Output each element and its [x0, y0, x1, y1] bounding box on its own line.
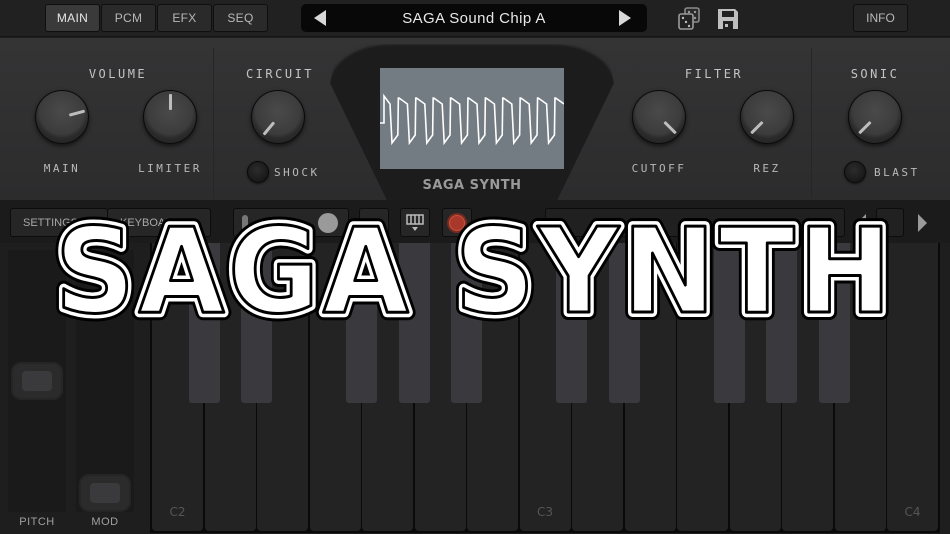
- filter-section-label: FILTER: [684, 67, 744, 81]
- tab-main[interactable]: MAIN: [45, 4, 100, 32]
- midi-port-icon: [318, 212, 338, 233]
- mod-label: MOD: [91, 516, 119, 528]
- volume-section-label: VOLUME: [88, 67, 148, 81]
- next-preset-icon[interactable]: [619, 10, 631, 26]
- keyboard-button[interactable]: KEYBOARD: [107, 208, 211, 237]
- blast-label: BLAST: [874, 166, 920, 179]
- black-key[interactable]: [188, 243, 220, 403]
- panel-divider: [213, 48, 214, 198]
- shock-label: SHOCK: [274, 166, 320, 179]
- black-key[interactable]: [346, 243, 377, 403]
- shock-switch[interactable]: [247, 161, 269, 183]
- cutoff-knob[interactable]: [632, 90, 686, 144]
- knob-pointer: [168, 94, 172, 110]
- black-key[interactable]: [556, 243, 587, 403]
- settings-button[interactable]: SETTINGS: [10, 208, 108, 237]
- waveform-trace: [380, 93, 565, 146]
- black-key[interactable]: [818, 243, 850, 403]
- knob-pointer: [68, 109, 85, 117]
- pitch-label: PITCH: [19, 516, 55, 528]
- black-key[interactable]: [241, 243, 272, 403]
- tab-efx[interactable]: EFX: [157, 4, 212, 32]
- piano-keys-icon: [406, 213, 424, 231]
- keyboard-size-button[interactable]: [400, 208, 430, 237]
- main-volume-knob[interactable]: [35, 90, 89, 144]
- mod-wheel[interactable]: [76, 250, 134, 512]
- limiter-knob-label: LIMITER: [138, 162, 202, 175]
- limiter-knob[interactable]: [143, 90, 197, 144]
- display-logo: SAGA SYNTH: [422, 178, 522, 193]
- octave-label: C4: [904, 505, 921, 519]
- slider-toggle-icon: [242, 214, 248, 231]
- octave-label: C2: [169, 505, 186, 519]
- pitch-wheel[interactable]: [8, 250, 66, 512]
- circuit-section-label: CIRCUIT: [245, 67, 315, 81]
- tab-seq[interactable]: SEQ: [213, 4, 268, 32]
- rez-knob-label: REZ: [753, 162, 781, 175]
- waveform-display: [380, 68, 565, 169]
- prev-preset-icon[interactable]: [314, 10, 326, 26]
- black-key[interactable]: [451, 243, 482, 403]
- knob-pointer: [749, 120, 764, 135]
- mod-wheel-thumb[interactable]: [79, 474, 131, 512]
- floppy-save-icon[interactable]: [715, 6, 741, 32]
- white-key[interactable]: C4: [887, 243, 938, 531]
- main-knob-label: MAIN: [43, 162, 81, 175]
- knob-pointer: [262, 121, 275, 136]
- tab-pcm[interactable]: PCM: [101, 4, 156, 32]
- blast-switch[interactable]: [844, 161, 866, 183]
- piano-keyboard: C2 C3 C4: [150, 243, 940, 533]
- octave-label: C3: [536, 505, 553, 519]
- record-button[interactable]: [442, 208, 472, 237]
- mode-tabs: MAIN PCM EFX SEQ: [45, 4, 268, 32]
- dice-random-icon[interactable]: [677, 6, 703, 32]
- info-button[interactable]: INFO: [853, 4, 908, 32]
- latch-octave-control[interactable]: [545, 208, 845, 237]
- knob-pointer: [662, 120, 677, 135]
- midi-button[interactable]: [233, 208, 349, 237]
- preset-name: SAGA Sound Chip A: [402, 9, 546, 27]
- black-key[interactable]: [713, 243, 745, 403]
- top-bar: MAIN PCM EFX SEQ SAGA Sound Chip A INFO: [0, 0, 950, 37]
- pitch-wheel-thumb[interactable]: [11, 362, 63, 400]
- waveform-path: [380, 93, 565, 146]
- black-key[interactable]: [608, 243, 640, 403]
- rez-knob[interactable]: [740, 90, 794, 144]
- panel-divider: [811, 48, 812, 198]
- toolbar: SETTINGS KEYBOARD: [0, 200, 950, 243]
- cutoff-knob-label: CUTOFF: [631, 162, 687, 175]
- octave-up-icon[interactable]: [909, 208, 935, 237]
- circuit-knob[interactable]: [251, 90, 305, 144]
- sonic-knob[interactable]: [848, 90, 902, 144]
- preset-selector: SAGA Sound Chip A: [301, 4, 647, 32]
- black-key[interactable]: [398, 243, 430, 403]
- hold-button[interactable]: [359, 208, 389, 237]
- octave-display: [876, 208, 904, 237]
- black-key[interactable]: [766, 243, 797, 403]
- record-icon: [447, 212, 467, 233]
- octave-down-icon[interactable]: [848, 208, 874, 237]
- knob-pointer: [857, 120, 872, 135]
- sonic-section-label: SONIC: [850, 67, 900, 81]
